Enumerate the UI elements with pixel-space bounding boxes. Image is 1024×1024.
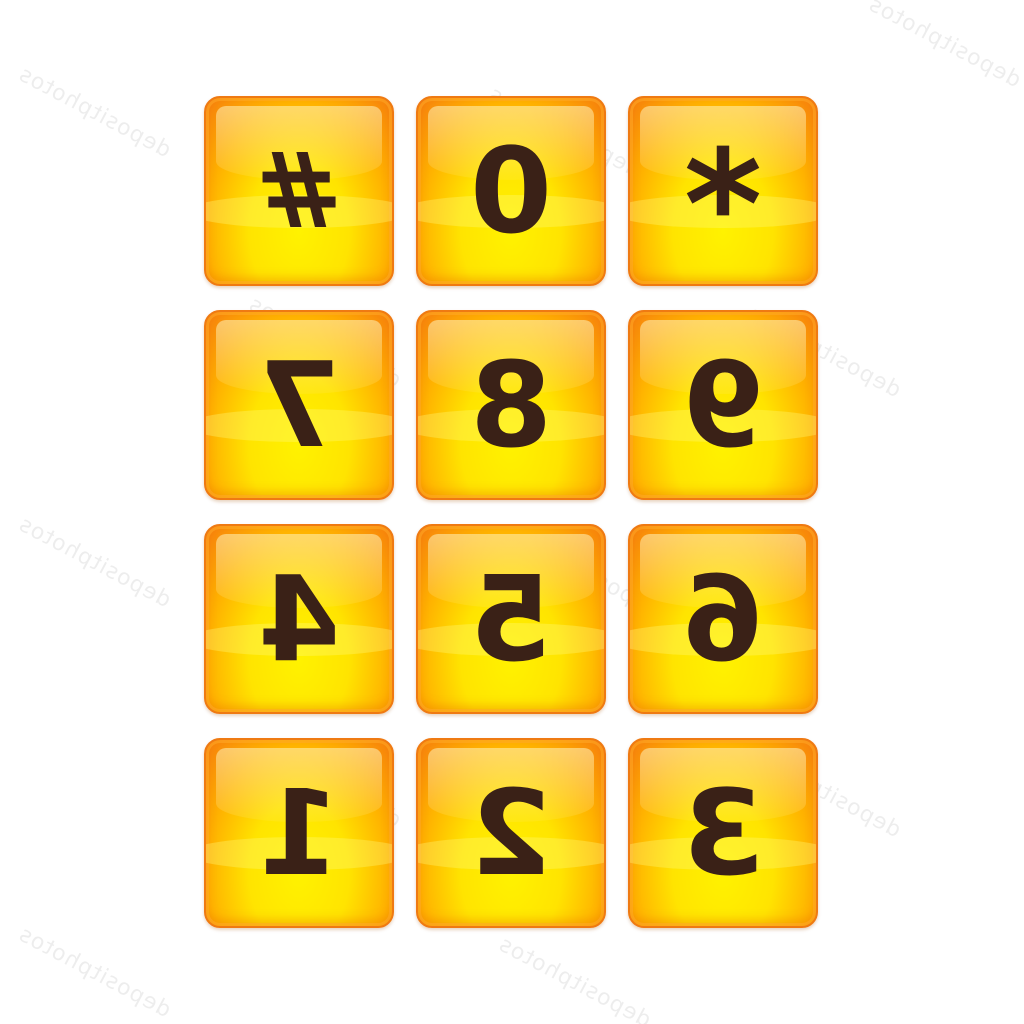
key-9[interactable]: 9 — [628, 310, 818, 500]
key-5[interactable]: 5 — [416, 524, 606, 714]
key-label: 5 — [469, 550, 553, 688]
keypad-canvas: depositphotos depositphotos depositphoto… — [0, 0, 1024, 1024]
key-hash[interactable]: # — [204, 96, 394, 286]
key-8[interactable]: 8 — [416, 310, 606, 500]
key-6[interactable]: 6 — [628, 524, 818, 714]
key-label: 9 — [681, 336, 765, 474]
watermark: depositphotos — [14, 511, 176, 614]
key-label: 0 — [469, 122, 553, 260]
key-star[interactable]: * — [628, 96, 818, 286]
watermark: depositphotos — [494, 931, 656, 1024]
watermark: depositphotos — [14, 921, 176, 1024]
key-7[interactable]: 7 — [204, 310, 394, 500]
key-label: 8 — [469, 336, 553, 474]
key-label: 4 — [257, 550, 341, 688]
key-0[interactable]: 0 — [416, 96, 606, 286]
key-label: # — [255, 130, 343, 252]
key-1[interactable]: 1 — [204, 738, 394, 928]
watermark: depositphotos — [864, 0, 1024, 94]
key-label: * — [683, 119, 763, 286]
phone-keypad: # 0 * 7 8 9 4 5 6 1 2 3 — [204, 96, 818, 928]
key-label: 1 — [257, 764, 341, 902]
key-2[interactable]: 2 — [416, 738, 606, 928]
key-3[interactable]: 3 — [628, 738, 818, 928]
key-4[interactable]: 4 — [204, 524, 394, 714]
watermark: depositphotos — [14, 61, 176, 164]
key-label: 6 — [681, 550, 765, 688]
key-label: 3 — [681, 764, 765, 902]
key-label: 7 — [257, 336, 341, 474]
key-label: 2 — [469, 764, 553, 902]
